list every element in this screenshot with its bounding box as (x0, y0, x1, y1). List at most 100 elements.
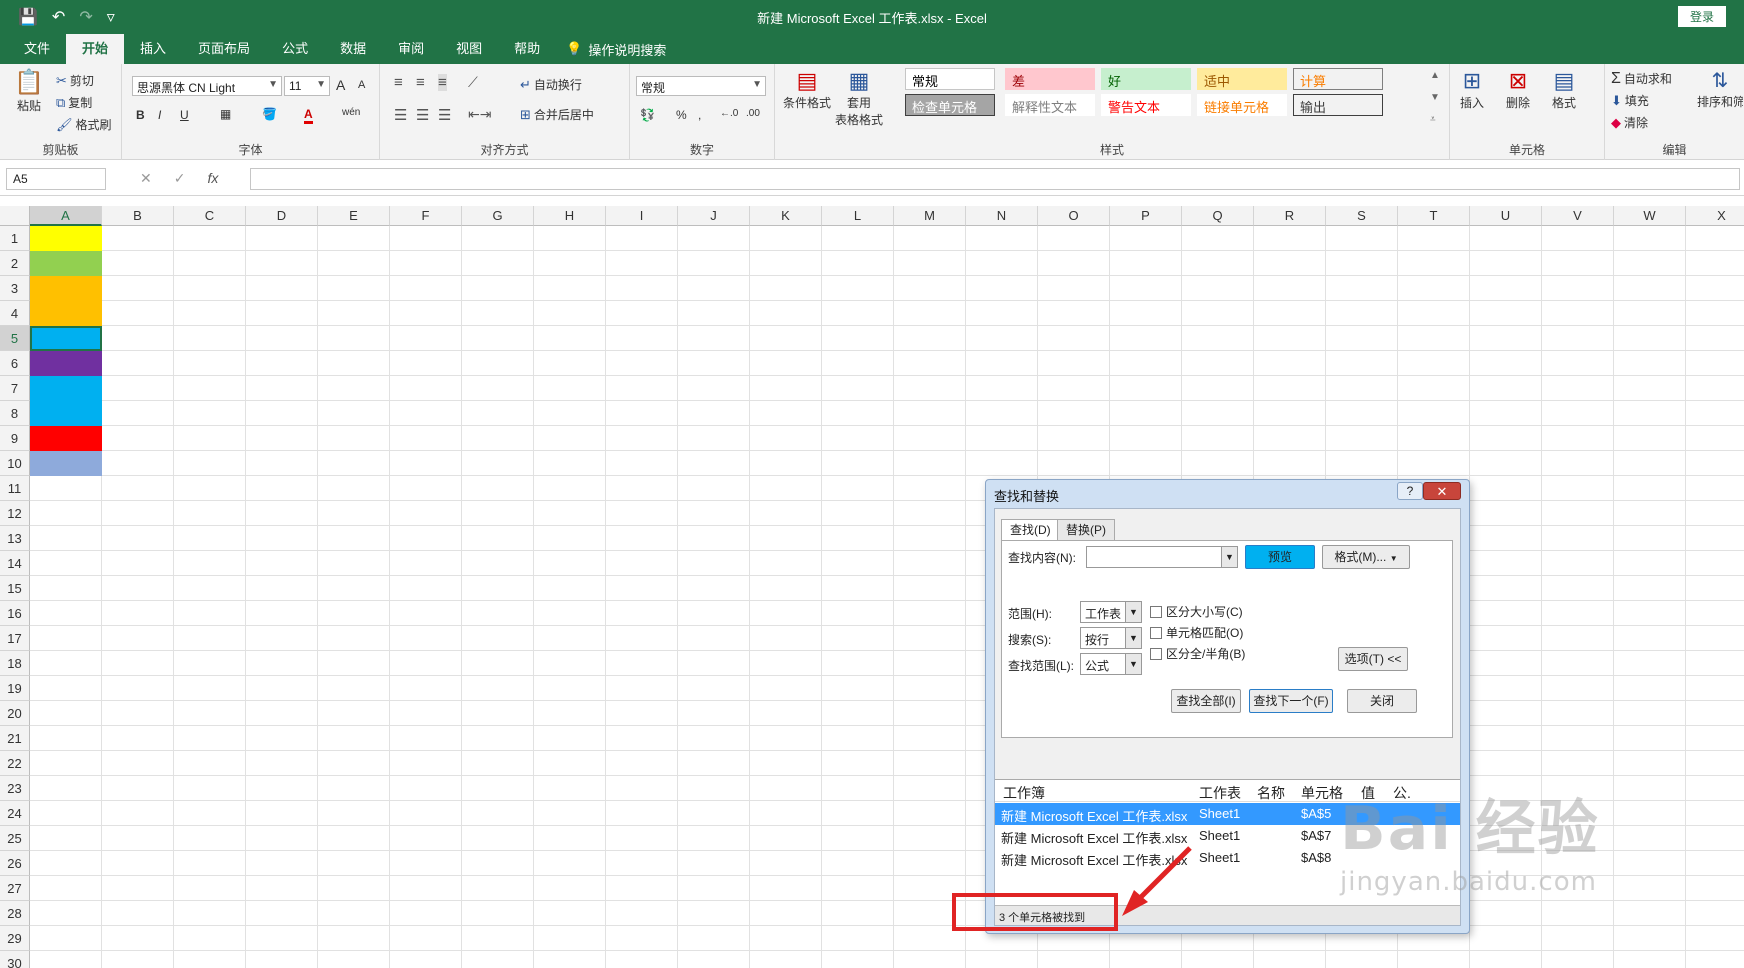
cell[interactable] (462, 526, 534, 551)
column-header[interactable]: X (1686, 206, 1744, 226)
column-header[interactable]: T (1398, 206, 1470, 226)
cell[interactable] (1398, 226, 1470, 251)
cell[interactable] (462, 251, 534, 276)
cell[interactable] (1326, 251, 1398, 276)
cell[interactable] (318, 726, 390, 751)
cell[interactable] (246, 376, 318, 401)
cell[interactable] (102, 676, 174, 701)
cell[interactable] (318, 476, 390, 501)
cell[interactable] (678, 476, 750, 501)
row-header[interactable]: 2 (0, 251, 30, 276)
cell[interactable] (1614, 651, 1686, 676)
cell[interactable] (462, 551, 534, 576)
cell[interactable] (678, 301, 750, 326)
cell[interactable] (678, 251, 750, 276)
cell[interactable] (678, 726, 750, 751)
align-middle-icon[interactable]: ≡ (416, 74, 425, 91)
cell[interactable] (246, 526, 318, 551)
row-header[interactable]: 17 (0, 626, 30, 651)
cell[interactable] (534, 326, 606, 351)
cell[interactable] (1542, 626, 1614, 651)
cell[interactable] (606, 251, 678, 276)
cell[interactable] (318, 851, 390, 876)
cell[interactable] (1038, 426, 1110, 451)
cell[interactable] (822, 601, 894, 626)
close-button[interactable]: 关闭 (1347, 689, 1417, 713)
cell[interactable] (462, 676, 534, 701)
cell[interactable] (390, 701, 462, 726)
cell[interactable] (1614, 501, 1686, 526)
cell[interactable] (30, 451, 102, 476)
cell[interactable] (318, 376, 390, 401)
cancel-icon[interactable]: ✕ (140, 170, 152, 187)
cell[interactable] (462, 501, 534, 526)
cell[interactable] (1614, 526, 1686, 551)
cell[interactable] (1470, 551, 1542, 576)
cell[interactable] (30, 876, 102, 901)
cell[interactable] (534, 701, 606, 726)
cell[interactable] (1470, 426, 1542, 451)
cell[interactable] (894, 476, 966, 501)
cell[interactable] (750, 476, 822, 501)
row-header[interactable]: 11 (0, 476, 30, 501)
column-header[interactable]: I (606, 206, 678, 226)
cell[interactable] (390, 476, 462, 501)
percent-button[interactable]: % (676, 108, 687, 122)
cell[interactable] (174, 576, 246, 601)
cell[interactable] (462, 301, 534, 326)
cell[interactable] (1542, 551, 1614, 576)
cell[interactable] (246, 676, 318, 701)
cell[interactable] (1398, 401, 1470, 426)
cell[interactable] (318, 801, 390, 826)
cell[interactable] (318, 251, 390, 276)
cell[interactable] (1182, 451, 1254, 476)
cell[interactable] (894, 301, 966, 326)
cell[interactable] (318, 826, 390, 851)
cell-style-1[interactable]: 差 (1005, 68, 1095, 90)
cell[interactable] (390, 326, 462, 351)
cell[interactable] (1686, 651, 1744, 676)
cell[interactable] (102, 701, 174, 726)
cell[interactable] (246, 776, 318, 801)
cell[interactable] (606, 601, 678, 626)
cell[interactable] (318, 576, 390, 601)
cell[interactable] (30, 726, 102, 751)
cell[interactable] (678, 751, 750, 776)
cell[interactable] (462, 451, 534, 476)
row-header[interactable]: 4 (0, 301, 30, 326)
cell[interactable] (30, 901, 102, 926)
cell[interactable] (1110, 951, 1182, 968)
font-size-combo[interactable]: 11 ▼ (284, 76, 330, 96)
cell[interactable] (678, 676, 750, 701)
cell[interactable] (1542, 951, 1614, 968)
cell[interactable] (1542, 751, 1614, 776)
cell[interactable] (1326, 326, 1398, 351)
clear-button[interactable]: ◆ 清除 (1611, 114, 1648, 131)
cell[interactable] (606, 276, 678, 301)
cell[interactable] (750, 551, 822, 576)
cell[interactable] (750, 726, 822, 751)
column-header[interactable]: E (318, 206, 390, 226)
cell[interactable] (606, 551, 678, 576)
tab-formulas[interactable]: 公式 (266, 34, 324, 64)
align-center-icon[interactable]: ☰ (416, 106, 429, 124)
cell[interactable] (246, 651, 318, 676)
cell[interactable] (1542, 576, 1614, 601)
cell[interactable] (966, 951, 1038, 968)
cell[interactable] (462, 901, 534, 926)
cell[interactable] (102, 951, 174, 968)
fill-button[interactable]: ⬇ 填充 (1611, 92, 1649, 109)
cell[interactable] (1542, 276, 1614, 301)
cell[interactable] (1326, 401, 1398, 426)
cell[interactable] (174, 501, 246, 526)
cell[interactable] (1686, 701, 1744, 726)
cell[interactable] (1254, 301, 1326, 326)
cell[interactable] (1398, 951, 1470, 968)
cell[interactable] (30, 851, 102, 876)
cell[interactable] (966, 351, 1038, 376)
cell[interactable] (390, 801, 462, 826)
match-case-checkbox[interactable]: 区分大小写(C) (1150, 603, 1243, 620)
cell[interactable] (678, 326, 750, 351)
formula-input[interactable] (250, 168, 1740, 190)
cell[interactable] (822, 251, 894, 276)
